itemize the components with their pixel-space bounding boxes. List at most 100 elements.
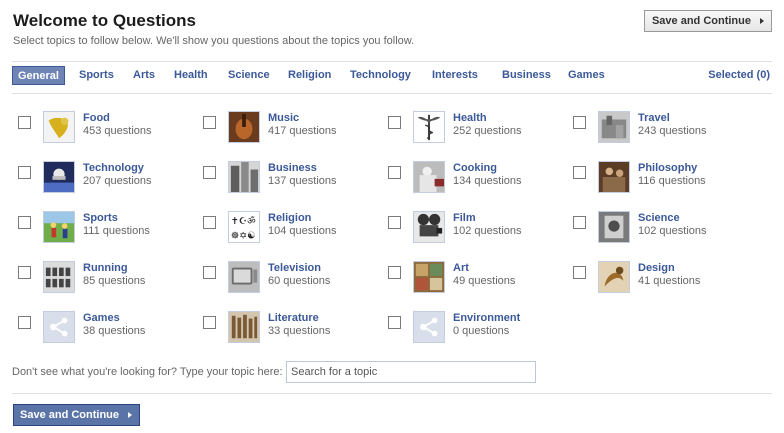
topic-checkbox-travel[interactable] xyxy=(573,116,586,129)
tab-arts[interactable]: Arts xyxy=(133,66,155,85)
literature-photo-icon[interactable] xyxy=(228,311,260,343)
topic-checkbox-science[interactable] xyxy=(573,216,586,229)
topic-name-link[interactable]: Health xyxy=(453,112,487,124)
tab-religion[interactable]: Religion xyxy=(288,66,331,85)
topic-checkbox-health[interactable] xyxy=(388,116,401,129)
topic-item-art: Art 49 questions xyxy=(388,261,568,295)
tab-interests[interactable]: Interests xyxy=(432,66,478,85)
topic-search-input[interactable] xyxy=(286,361,536,383)
topic-item-literature: Literature 33 questions xyxy=(203,311,383,345)
save-and-continue-button-bottom[interactable]: Save and Continue xyxy=(13,404,141,426)
topic-name-link[interactable]: Religion xyxy=(268,212,311,224)
tab-general[interactable]: General xyxy=(12,66,65,85)
topic-question-count: 134 questions xyxy=(453,175,522,187)
tab-health[interactable]: Health xyxy=(174,66,208,85)
save-and-continue-button-top[interactable]: Save and Continue xyxy=(643,10,772,32)
selected-topics-tab[interactable]: Selected (0) xyxy=(708,66,770,85)
topic-checkbox-technology[interactable] xyxy=(18,166,31,179)
television-photo-icon[interactable] xyxy=(228,261,260,293)
topic-name-link[interactable]: Sports xyxy=(83,212,118,224)
topic-question-count: 38 questions xyxy=(83,325,146,337)
topic-checkbox-running[interactable] xyxy=(18,266,31,279)
topic-question-count: 111 questions xyxy=(83,225,150,237)
science-photo-icon[interactable] xyxy=(598,211,630,243)
topic-name-link[interactable]: Science xyxy=(638,212,680,224)
sports-photo-icon[interactable] xyxy=(43,211,75,243)
topic-checkbox-design[interactable] xyxy=(573,266,586,279)
topic-name-link[interactable]: Business xyxy=(268,162,317,174)
topic-checkbox-film[interactable] xyxy=(388,216,401,229)
chevron-right-icon xyxy=(760,18,764,24)
topic-name-link[interactable]: Design xyxy=(638,262,675,274)
topic-checkbox-sports[interactable] xyxy=(18,216,31,229)
topic-question-count: 207 questions xyxy=(83,175,152,187)
art-photo-icon[interactable] xyxy=(413,261,445,293)
topic-checkbox-games[interactable] xyxy=(18,316,31,329)
topic-item-running: Running 85 questions xyxy=(18,261,198,295)
topic-checkbox-food[interactable] xyxy=(18,116,31,129)
tab-sports[interactable]: Sports xyxy=(79,66,114,85)
topic-question-count: 33 questions xyxy=(268,325,331,337)
cooking-photo-icon[interactable] xyxy=(413,161,445,193)
topic-question-count: 60 questions xyxy=(268,275,331,287)
search-prompt: Don't see what you're looking for? Type … xyxy=(12,366,283,378)
tab-business[interactable]: Business xyxy=(502,66,551,85)
philosophy-photo-icon[interactable] xyxy=(598,161,630,193)
topic-name-link[interactable]: Running xyxy=(83,262,128,274)
topic-checkbox-art[interactable] xyxy=(388,266,401,279)
religion-symbols-icon[interactable]: ✝☪ॐ ☸✡☯ xyxy=(228,211,260,243)
topic-name-link[interactable]: Literature xyxy=(268,312,319,324)
topic-item-food: Food 453 questions xyxy=(18,111,198,145)
travel-photo-icon[interactable] xyxy=(598,111,630,143)
topic-checkbox-literature[interactable] xyxy=(203,316,216,329)
topic-question-count: 41 questions xyxy=(638,275,701,287)
topic-name-link[interactable]: Philosophy xyxy=(638,162,697,174)
topic-item-environment: Environment 0 questions xyxy=(388,311,568,345)
topic-question-count: 417 questions xyxy=(268,125,337,137)
running-photo-icon[interactable] xyxy=(43,261,75,293)
topic-name-link[interactable]: Technology xyxy=(83,162,144,174)
svg-text:☸✡☯: ☸✡☯ xyxy=(231,230,256,241)
topic-item-travel: Travel 243 questions xyxy=(573,111,753,145)
topic-checkbox-environment[interactable] xyxy=(388,316,401,329)
topic-name-link[interactable]: Art xyxy=(453,262,469,274)
topic-name-link[interactable]: Games xyxy=(83,312,120,324)
default-topic-icon[interactable] xyxy=(413,311,445,343)
topic-item-philosophy: Philosophy 116 questions xyxy=(573,161,753,195)
technology-photo-icon[interactable] xyxy=(43,161,75,193)
topic-checkbox-television[interactable] xyxy=(203,266,216,279)
tab-science[interactable]: Science xyxy=(228,66,270,85)
topic-item-television: Television 60 questions xyxy=(203,261,383,295)
food-photo-icon[interactable] xyxy=(43,111,75,143)
topic-checkbox-philosophy[interactable] xyxy=(573,166,586,179)
health-caduceus-icon[interactable] xyxy=(413,111,445,143)
business-photo-icon[interactable] xyxy=(228,161,260,193)
topic-question-count: 85 questions xyxy=(83,275,146,287)
default-topic-icon[interactable] xyxy=(43,311,75,343)
tab-technology[interactable]: Technology xyxy=(350,66,411,85)
topic-question-count: 137 questions xyxy=(268,175,337,187)
topic-item-music: Music 417 questions xyxy=(203,111,383,145)
film-camera-icon[interactable] xyxy=(413,211,445,243)
page-header: Welcome to Questions Select topics to fo… xyxy=(12,10,772,50)
divider xyxy=(12,61,772,62)
topic-name-link[interactable]: Cooking xyxy=(453,162,497,174)
topic-name-link[interactable]: Environment xyxy=(453,312,520,324)
topic-checkbox-music[interactable] xyxy=(203,116,216,129)
design-photo-icon[interactable] xyxy=(598,261,630,293)
tab-games[interactable]: Games xyxy=(568,66,605,85)
topic-name-link[interactable]: Film xyxy=(453,212,476,224)
topic-name-link[interactable]: Television xyxy=(268,262,321,274)
save-and-continue-label: Save and Continue xyxy=(651,15,751,27)
topic-name-link[interactable]: Travel xyxy=(638,112,670,124)
topic-name-link[interactable]: Food xyxy=(83,112,110,124)
topic-checkbox-religion[interactable] xyxy=(203,216,216,229)
topic-name-link[interactable]: Music xyxy=(268,112,299,124)
divider xyxy=(12,93,772,94)
topic-item-health: Health 252 questions xyxy=(388,111,568,145)
svg-text:✝☪ॐ: ✝☪ॐ xyxy=(231,216,256,227)
topic-checkbox-cooking[interactable] xyxy=(388,166,401,179)
music-photo-icon[interactable] xyxy=(228,111,260,143)
topic-item-games: Games 38 questions xyxy=(18,311,198,345)
topic-checkbox-business[interactable] xyxy=(203,166,216,179)
